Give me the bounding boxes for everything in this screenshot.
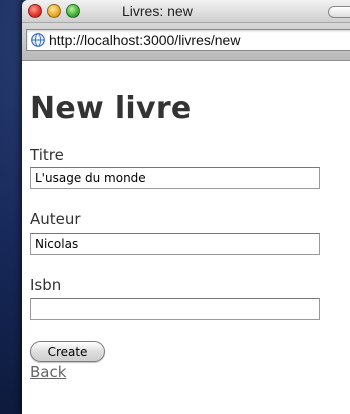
minimize-window-button[interactable] [47,4,61,18]
back-link[interactable]: Back [30,363,66,381]
browser-toolbar: http://localhost:3000/livres/new [22,23,350,61]
zoom-window-button[interactable] [66,4,80,18]
isbn-label: Isbn [30,276,62,294]
close-window-button[interactable] [28,4,42,18]
url-text: http://localhost:3000/livres/new [49,32,241,48]
globe-icon [31,33,45,47]
titre-label: Titre [30,146,64,164]
page-title: New livre [30,91,192,126]
auteur-label: Auteur [30,210,81,228]
toolbar-toggle-button[interactable] [328,6,350,18]
title-bar[interactable]: Livres: new [22,0,350,23]
titre-input[interactable] [30,167,320,189]
window-title: Livres: new [122,3,193,19]
address-bar[interactable]: http://localhost:3000/livres/new [26,29,350,51]
isbn-input[interactable] [30,298,320,320]
page-content: New livre Titre Auteur Isbn Create Back [22,61,350,414]
create-button[interactable]: Create [30,341,105,362]
auteur-input[interactable] [30,233,320,255]
browser-window: Livres: new http://localhost:3000/livres… [22,0,350,414]
